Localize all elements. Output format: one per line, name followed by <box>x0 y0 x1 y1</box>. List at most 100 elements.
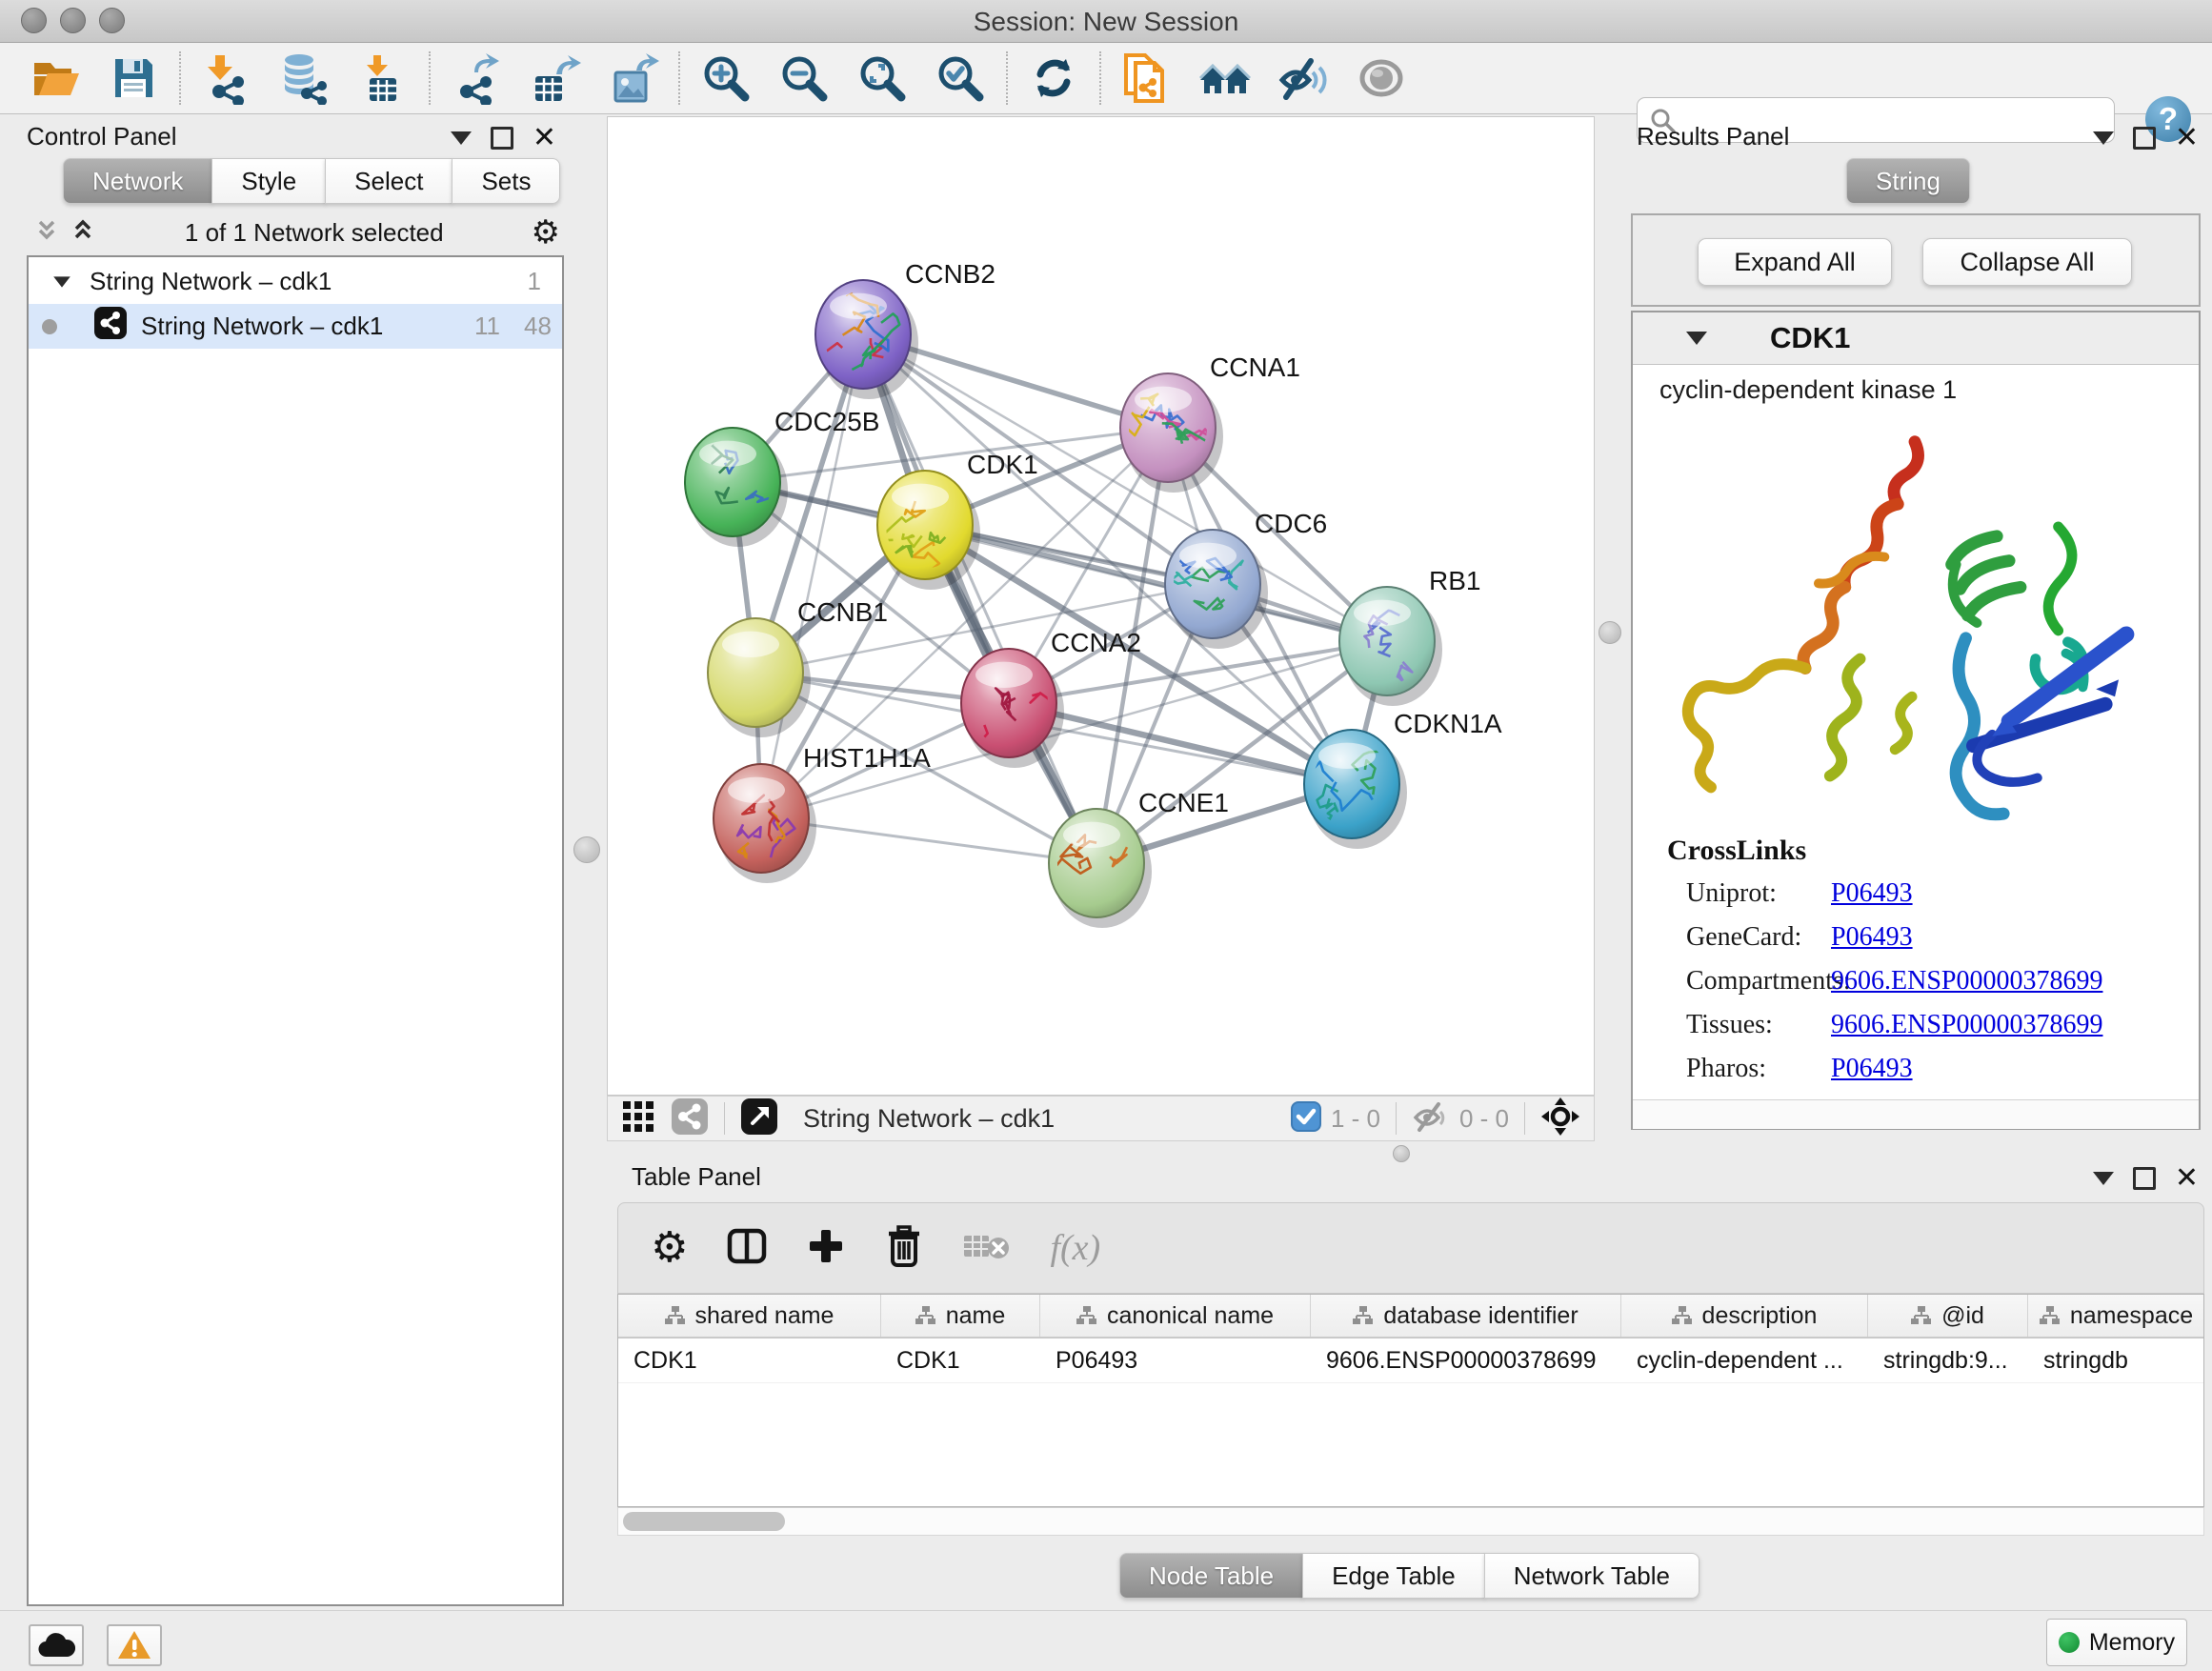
results-panel: Results Panel ✕ String Expand All Collap… <box>1619 116 2212 1141</box>
panel-menu-icon[interactable] <box>2093 131 2114 145</box>
export-network-icon[interactable] <box>450 51 503 105</box>
network-node-cdk1[interactable] <box>877 471 980 590</box>
export-image-icon[interactable] <box>606 51 659 105</box>
column-header-database-identifier[interactable]: database identifier <box>1311 1295 1621 1337</box>
close-panel-icon[interactable]: ✕ <box>533 124 556 152</box>
cloud-button[interactable] <box>29 1624 84 1666</box>
gene-disclosure-icon[interactable] <box>1686 332 1707 345</box>
hidden-eye-icon[interactable] <box>1412 1100 1450 1137</box>
float-panel-icon[interactable] <box>491 127 513 150</box>
table-cell[interactable]: 9606.ENSP00000378699 <box>1311 1339 1621 1382</box>
network-node-ccne1[interactable] <box>1049 809 1152 928</box>
table-cell[interactable]: P06493 <box>1040 1339 1311 1382</box>
tab-network-table[interactable]: Network Table <box>1484 1553 1699 1599</box>
node-label-ccna2: CCNA2 <box>1051 628 1141 657</box>
save-session-icon[interactable] <box>107 51 160 105</box>
table-cell[interactable]: stringdb <box>2028 1339 2204 1382</box>
crosslink-value-link[interactable]: 9606.ENSP00000378699 <box>1831 966 2102 997</box>
memory-button[interactable]: Memory <box>2046 1619 2187 1666</box>
network-node-ccna2[interactable] <box>961 649 1069 768</box>
crosslink-value-link[interactable]: 9606.ENSP00000378699 <box>1831 1010 2102 1040</box>
split-columns-icon[interactable] <box>726 1225 768 1272</box>
crosslink-value-link[interactable]: P06493 <box>1831 922 1913 953</box>
tab-string[interactable]: String <box>1846 158 1970 204</box>
table-scrollbar-thumb[interactable] <box>623 1512 785 1531</box>
table-cell[interactable]: CDK1 <box>881 1339 1040 1382</box>
clear-table-icon[interactable] <box>962 1228 1012 1269</box>
network-graph[interactable]: CCNB2CCNA1CDC25BCDK1CDC6RB1CCNB1CCNA2HIS… <box>608 117 1594 1095</box>
table-row[interactable]: CDK1CDK1P064939606.ENSP00000378699cyclin… <box>618 1339 2203 1383</box>
column-header-name[interactable]: name <box>881 1295 1040 1337</box>
expand-all-tree-icon[interactable] <box>32 216 61 250</box>
tab-node-table[interactable]: Node Table <box>1119 1553 1303 1599</box>
warning-button[interactable] <box>107 1624 162 1666</box>
import-network-icon[interactable] <box>200 51 253 105</box>
column-header-description[interactable]: description <box>1621 1295 1868 1337</box>
sphere-icon[interactable] <box>1355 51 1408 105</box>
grid-view-icon[interactable] <box>621 1099 655 1138</box>
collection-disclosure-icon[interactable] <box>53 276 70 287</box>
gear-icon[interactable]: ⚙ <box>651 1227 688 1269</box>
tab-style[interactable]: Style <box>211 158 326 204</box>
network-node-cdc6[interactable] <box>1162 530 1268 649</box>
float-panel-icon[interactable] <box>2133 1167 2156 1190</box>
column-header-shared-name[interactable]: shared name <box>618 1295 881 1337</box>
refresh-icon[interactable] <box>1027 51 1080 105</box>
tab-select[interactable]: Select <box>325 158 452 204</box>
collapse-all-tree-icon[interactable] <box>69 216 97 250</box>
panel-menu-icon[interactable] <box>451 131 472 145</box>
network-share-icon[interactable] <box>671 1097 709 1140</box>
table-cell[interactable]: cyclin-dependent ... <box>1621 1339 1868 1382</box>
vertical-splitter-handle-right[interactable] <box>1599 621 1621 644</box>
table-scrollbar-track[interactable] <box>617 1507 2204 1536</box>
column-header-canonical-name[interactable]: canonical name <box>1040 1295 1311 1337</box>
zoom-out-icon[interactable] <box>777 51 831 105</box>
network-node-cdc25b[interactable] <box>685 428 788 547</box>
selected-checkbox-icon[interactable] <box>1291 1101 1321 1137</box>
add-column-icon[interactable] <box>806 1226 846 1271</box>
tab-network[interactable]: Network <box>63 158 212 204</box>
zoom-selected-icon[interactable] <box>934 51 987 105</box>
crosslink-value-link[interactable]: P06493 <box>1831 1054 1913 1084</box>
network-node-ccna1[interactable] <box>1116 373 1223 493</box>
tab-sets[interactable]: Sets <box>452 158 560 204</box>
gear-icon[interactable]: ⚙ <box>532 216 560 249</box>
network-canvas[interactable]: CCNB2CCNA1CDC25BCDK1CDC6RB1CCNB1CCNA2HIS… <box>607 116 1595 1096</box>
open-session-icon[interactable] <box>29 51 82 105</box>
float-panel-icon[interactable] <box>2133 127 2156 150</box>
tab-edge-table[interactable]: Edge Table <box>1302 1553 1485 1599</box>
network-node-hist1h1a[interactable] <box>714 764 816 883</box>
close-panel-icon[interactable]: ✕ <box>2175 124 2199 152</box>
import-table-icon[interactable] <box>356 51 410 105</box>
panel-menu-icon[interactable] <box>2093 1172 2114 1185</box>
delete-column-icon[interactable] <box>884 1225 924 1272</box>
birdseye-view-icon[interactable] <box>740 1097 778 1140</box>
function-builder-icon[interactable]: f(x) <box>1050 1227 1100 1269</box>
string-document-icon[interactable] <box>1120 51 1174 105</box>
network-row-selected[interactable]: String Network – cdk1 11 48 <box>29 304 562 349</box>
results-scrollbar-track[interactable] <box>1633 1099 2199 1129</box>
crosslink-value-link[interactable]: P06493 <box>1831 878 1913 909</box>
expand-all-button[interactable]: Expand All <box>1698 238 1892 286</box>
network-node-rb1[interactable] <box>1339 587 1442 706</box>
fit-selected-crosshair-icon[interactable] <box>1540 1097 1580 1141</box>
table-cell[interactable]: CDK1 <box>618 1339 881 1382</box>
zoom-fit-icon[interactable] <box>855 51 909 105</box>
gene-section-header[interactable]: CDK1 <box>1633 312 2199 365</box>
network-node-ccnb2[interactable] <box>813 280 918 399</box>
network-edge[interactable] <box>863 334 1096 863</box>
collapse-all-button[interactable]: Collapse All <box>1922 238 2132 286</box>
zoom-in-icon[interactable] <box>699 51 753 105</box>
network-node-cdkn1a[interactable] <box>1286 730 1410 849</box>
close-panel-icon[interactable]: ✕ <box>2175 1164 2199 1193</box>
column-header-@id[interactable]: @id <box>1868 1295 2028 1337</box>
vertical-splitter-handle-left[interactable] <box>573 836 600 863</box>
import-database-icon[interactable] <box>278 51 332 105</box>
show-hide-toggle-icon[interactable] <box>1277 51 1330 105</box>
table-cell[interactable]: stringdb:9... <box>1868 1339 2028 1382</box>
home-network-icon[interactable] <box>1198 51 1252 105</box>
network-collection-row[interactable]: String Network – cdk1 1 <box>29 259 562 304</box>
column-header-namespace[interactable]: namespace <box>2028 1295 2204 1337</box>
export-table-icon[interactable] <box>528 51 581 105</box>
table-header-row: shared namenamecanonical namedatabase id… <box>618 1295 2203 1339</box>
